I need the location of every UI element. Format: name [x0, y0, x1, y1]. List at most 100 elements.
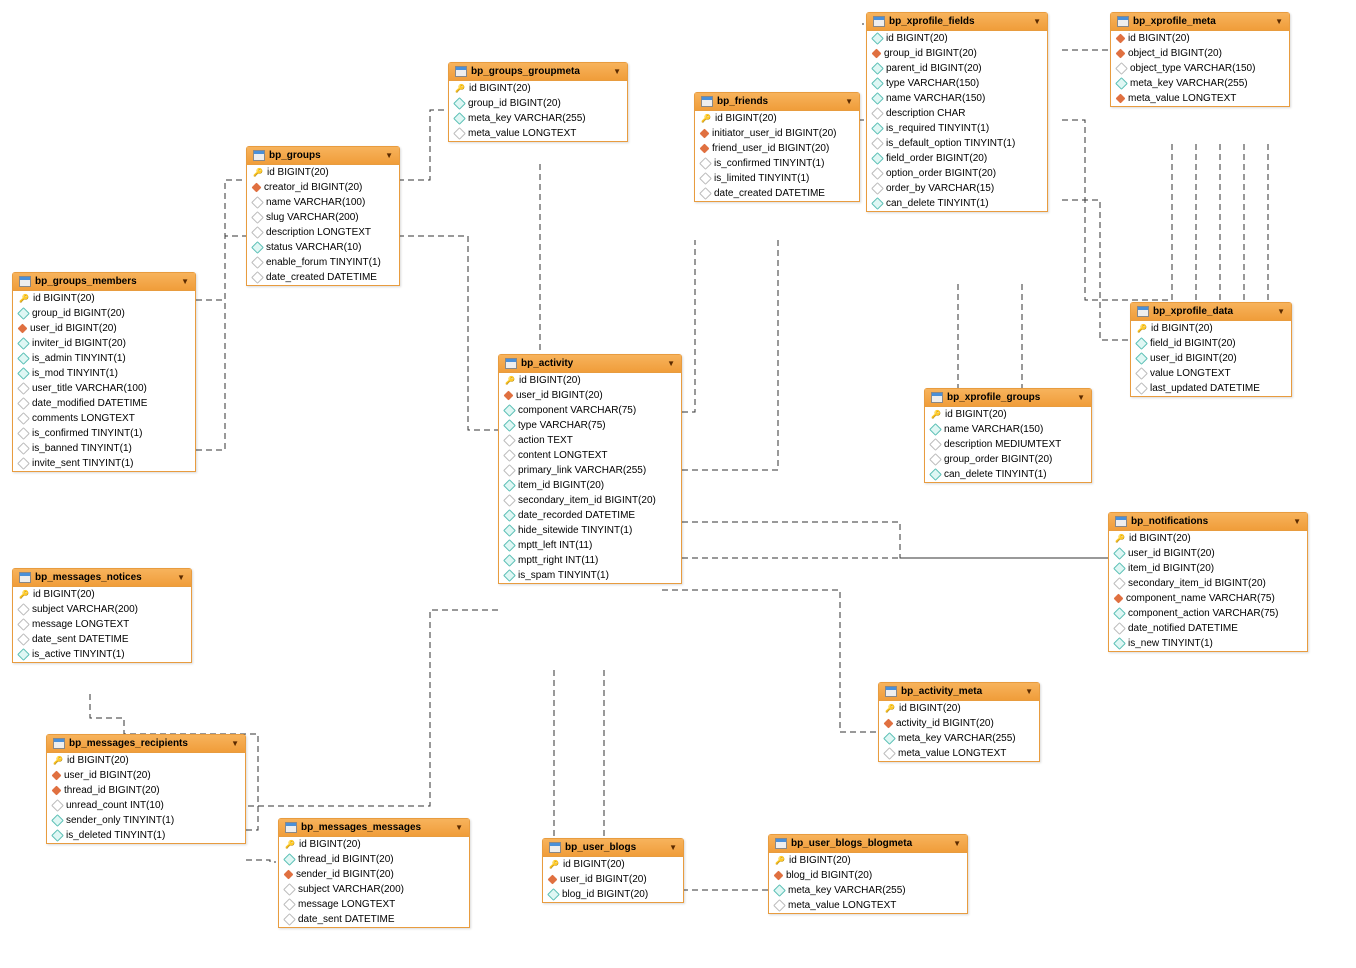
table-header[interactable]: bp_user_blogs_blogmeta ▼: [769, 835, 967, 853]
column-row[interactable]: date_created DATETIME: [247, 270, 399, 285]
table-bp-groups-groupmeta[interactable]: bp_groups_groupmeta ▼ 🔑id BIGINT(20)grou…: [448, 62, 628, 142]
column-row[interactable]: activity_id BIGINT(20): [879, 716, 1039, 731]
column-row[interactable]: enable_forum TINYINT(1): [247, 255, 399, 270]
column-row[interactable]: status VARCHAR(10): [247, 240, 399, 255]
column-row[interactable]: group_order BIGINT(20): [925, 452, 1091, 467]
column-row[interactable]: date_sent DATETIME: [279, 912, 469, 927]
collapse-icon[interactable]: ▼: [1275, 17, 1283, 26]
collapse-icon[interactable]: ▼: [1277, 307, 1285, 316]
table-header[interactable]: bp_groups_groupmeta ▼: [449, 63, 627, 81]
column-row[interactable]: is_required TINYINT(1): [867, 121, 1047, 136]
table-bp-user-blogs-blogmeta[interactable]: bp_user_blogs_blogmeta ▼ 🔑id BIGINT(20)b…: [768, 834, 968, 914]
column-row[interactable]: field_order BIGINT(20): [867, 151, 1047, 166]
table-header[interactable]: bp_xprofile_groups ▼: [925, 389, 1091, 407]
table-bp-messages-recipients[interactable]: bp_messages_recipients ▼ 🔑id BIGINT(20)u…: [46, 734, 246, 844]
column-row[interactable]: sender_id BIGINT(20): [279, 867, 469, 882]
column-row[interactable]: 🔑id BIGINT(20): [13, 291, 195, 306]
column-row[interactable]: is_spam TINYINT(1): [499, 568, 681, 583]
table-bp-messages-messages[interactable]: bp_messages_messages ▼ 🔑id BIGINT(20)thr…: [278, 818, 470, 928]
column-row[interactable]: meta_value LONGTEXT: [449, 126, 627, 141]
column-row[interactable]: 🔑id BIGINT(20): [879, 701, 1039, 716]
column-row[interactable]: meta_key VARCHAR(255): [449, 111, 627, 126]
column-row[interactable]: id BIGINT(20): [1111, 31, 1289, 46]
column-row[interactable]: group_id BIGINT(20): [449, 96, 627, 111]
table-header[interactable]: bp_user_blogs ▼: [543, 839, 683, 857]
collapse-icon[interactable]: ▼: [231, 739, 239, 748]
column-row[interactable]: invite_sent TINYINT(1): [13, 456, 195, 471]
column-row[interactable]: order_by VARCHAR(15): [867, 181, 1047, 196]
column-row[interactable]: subject VARCHAR(200): [279, 882, 469, 897]
column-row[interactable]: meta_value LONGTEXT: [1111, 91, 1289, 106]
table-header[interactable]: bp_xprofile_data ▼: [1131, 303, 1291, 321]
table-header[interactable]: bp_friends ▼: [695, 93, 859, 111]
collapse-icon[interactable]: ▼: [1293, 517, 1301, 526]
table-bp-xprofile-data[interactable]: bp_xprofile_data ▼ 🔑id BIGINT(20)field_i…: [1130, 302, 1292, 397]
collapse-icon[interactable]: ▼: [669, 843, 677, 852]
column-row[interactable]: description MEDIUMTEXT: [925, 437, 1091, 452]
table-bp-friends[interactable]: bp_friends ▼ 🔑id BIGINT(20)initiator_use…: [694, 92, 860, 202]
column-row[interactable]: mptt_right INT(11): [499, 553, 681, 568]
table-bp-messages-notices[interactable]: bp_messages_notices ▼ 🔑id BIGINT(20)subj…: [12, 568, 192, 663]
column-row[interactable]: meta_value LONGTEXT: [879, 746, 1039, 761]
column-row[interactable]: can_delete TINYINT(1): [867, 196, 1047, 211]
column-row[interactable]: creator_id BIGINT(20): [247, 180, 399, 195]
column-row[interactable]: meta_key VARCHAR(255): [879, 731, 1039, 746]
column-row[interactable]: component_action VARCHAR(75): [1109, 606, 1307, 621]
column-row[interactable]: value LONGTEXT: [1131, 366, 1291, 381]
column-row[interactable]: 🔑id BIGINT(20): [925, 407, 1091, 422]
column-row[interactable]: 🔑id BIGINT(20): [13, 587, 191, 602]
table-bp-notifications[interactable]: bp_notifications ▼ 🔑id BIGINT(20)user_id…: [1108, 512, 1308, 652]
column-row[interactable]: sender_only TINYINT(1): [47, 813, 245, 828]
column-row[interactable]: name VARCHAR(150): [867, 91, 1047, 106]
column-row[interactable]: option_order BIGINT(20): [867, 166, 1047, 181]
column-row[interactable]: user_id BIGINT(20): [47, 768, 245, 783]
column-row[interactable]: can_delete TINYINT(1): [925, 467, 1091, 482]
column-row[interactable]: 🔑id BIGINT(20): [279, 837, 469, 852]
table-bp-activity[interactable]: bp_activity ▼ 🔑id BIGINT(20)user_id BIGI…: [498, 354, 682, 584]
table-header[interactable]: bp_activity_meta ▼: [879, 683, 1039, 701]
column-row[interactable]: id BIGINT(20): [867, 31, 1047, 46]
column-row[interactable]: type VARCHAR(75): [499, 418, 681, 433]
column-row[interactable]: name VARCHAR(100): [247, 195, 399, 210]
column-row[interactable]: subject VARCHAR(200): [13, 602, 191, 617]
table-header[interactable]: bp_activity ▼: [499, 355, 681, 373]
column-row[interactable]: item_id BIGINT(20): [1109, 561, 1307, 576]
column-row[interactable]: is_new TINYINT(1): [1109, 636, 1307, 651]
table-header[interactable]: bp_xprofile_fields ▼: [867, 13, 1047, 31]
column-row[interactable]: last_updated DATETIME: [1131, 381, 1291, 396]
column-row[interactable]: message LONGTEXT: [279, 897, 469, 912]
table-header[interactable]: bp_groups ▼: [247, 147, 399, 165]
table-bp-xprofile-fields[interactable]: bp_xprofile_fields ▼ id BIGINT(20)group_…: [866, 12, 1048, 212]
table-bp-groups-members[interactable]: bp_groups_members ▼ 🔑id BIGINT(20)group_…: [12, 272, 196, 472]
column-row[interactable]: hide_sitewide TINYINT(1): [499, 523, 681, 538]
column-row[interactable]: thread_id BIGINT(20): [279, 852, 469, 867]
column-row[interactable]: 🔑id BIGINT(20): [543, 857, 683, 872]
column-row[interactable]: secondary_item_id BIGINT(20): [499, 493, 681, 508]
column-row[interactable]: is_default_option TINYINT(1): [867, 136, 1047, 151]
column-row[interactable]: action TEXT: [499, 433, 681, 448]
column-row[interactable]: initiator_user_id BIGINT(20): [695, 126, 859, 141]
column-row[interactable]: 🔑id BIGINT(20): [247, 165, 399, 180]
column-row[interactable]: is_confirmed TINYINT(1): [695, 156, 859, 171]
column-row[interactable]: type VARCHAR(150): [867, 76, 1047, 91]
column-row[interactable]: thread_id BIGINT(20): [47, 783, 245, 798]
column-row[interactable]: friend_user_id BIGINT(20): [695, 141, 859, 156]
column-row[interactable]: unread_count INT(10): [47, 798, 245, 813]
column-row[interactable]: component VARCHAR(75): [499, 403, 681, 418]
column-row[interactable]: meta_value LONGTEXT: [769, 898, 967, 913]
collapse-icon[interactable]: ▼: [1025, 687, 1033, 696]
table-bp-xprofile-meta[interactable]: bp_xprofile_meta ▼ id BIGINT(20)object_i…: [1110, 12, 1290, 107]
collapse-icon[interactable]: ▼: [845, 97, 853, 106]
column-row[interactable]: slug VARCHAR(200): [247, 210, 399, 225]
collapse-icon[interactable]: ▼: [1033, 17, 1041, 26]
column-row[interactable]: user_id BIGINT(20): [1131, 351, 1291, 366]
column-row[interactable]: date_recorded DATETIME: [499, 508, 681, 523]
column-row[interactable]: 🔑id BIGINT(20): [1131, 321, 1291, 336]
collapse-icon[interactable]: ▼: [667, 359, 675, 368]
column-row[interactable]: comments LONGTEXT: [13, 411, 195, 426]
column-row[interactable]: mptt_left INT(11): [499, 538, 681, 553]
column-row[interactable]: description LONGTEXT: [247, 225, 399, 240]
column-row[interactable]: user_id BIGINT(20): [1109, 546, 1307, 561]
collapse-icon[interactable]: ▼: [1077, 393, 1085, 402]
column-row[interactable]: group_id BIGINT(20): [867, 46, 1047, 61]
